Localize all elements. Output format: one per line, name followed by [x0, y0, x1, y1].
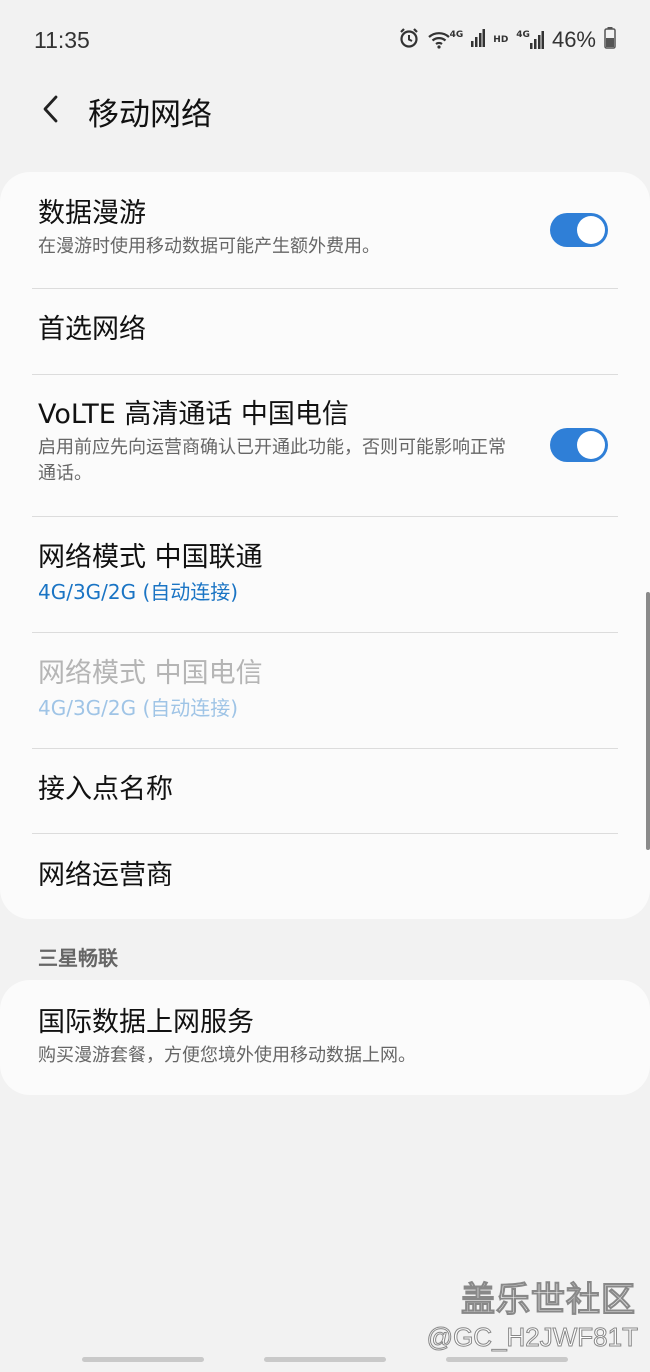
divider: [32, 374, 618, 375]
scrollbar[interactable]: [646, 592, 650, 850]
intl-data-service-title: 国际数据上网服务: [38, 1007, 254, 1038]
settings-card: 数据漫游 在漫游时使用移动数据可能产生额外费用。 首选网络 VoLTE 高清通话…: [0, 172, 650, 919]
status-bar: 11:35 4G HD 4G 46%: [0, 0, 650, 80]
volte-title: VoLTE 高清通话 中国电信: [38, 399, 349, 430]
nav-handle-center[interactable]: [264, 1357, 386, 1362]
app-header: 移动网络: [0, 80, 650, 142]
volte-toggle[interactable]: [550, 428, 608, 462]
data-roaming-title: 数据漫游: [38, 198, 146, 229]
network-operators-title: 网络运营商: [38, 860, 173, 891]
divider: [32, 516, 618, 517]
hd-label: HD: [493, 34, 509, 45]
network-mode-unicom-item[interactable]: 网络模式 中国联通 4G/3G/2G (自动连接): [38, 542, 612, 606]
preferred-network-title: 首选网络: [38, 314, 146, 345]
intl-data-service-subtitle: 购买漫游套餐，方便您境外使用移动数据上网。: [38, 1045, 416, 1067]
signal-icon: [471, 29, 486, 51]
data-roaming-toggle[interactable]: [550, 213, 608, 247]
alarm-icon: [398, 27, 420, 53]
wifi-network-label: 4G: [449, 30, 464, 40]
watermark-logo-text: 盖乐世社区: [461, 1280, 636, 1321]
divider: [32, 288, 618, 289]
network-mode-telecom-title: 网络模式 中国电信: [38, 658, 263, 689]
divider: [32, 748, 618, 749]
data-roaming-subtitle: 在漫游时使用移动数据可能产生额外费用。: [38, 236, 380, 258]
network-operators-item[interactable]: 网络运营商: [38, 860, 612, 892]
network-mode-telecom-value: 4G/3G/2G (自动连接): [38, 696, 239, 721]
volte-subtitle: 启用前应先向运营商确认已开通此功能，否则可能影响正常通话。: [38, 437, 506, 484]
nav-handle-left[interactable]: [82, 1357, 204, 1362]
network-mode-telecom-item: 网络模式 中国电信 4G/3G/2G (自动连接): [38, 658, 612, 722]
battery-percent: 46%: [551, 27, 596, 52]
volte-item[interactable]: VoLTE 高清通话 中国电信 启用前应先向运营商确认已开通此功能，否则可能影响…: [38, 399, 510, 486]
divider: [32, 632, 618, 633]
toggle-knob: [577, 431, 605, 459]
network-mode-unicom-title: 网络模式 中国联通: [38, 542, 263, 573]
chevron-left-icon: [42, 95, 58, 127]
preferred-network-item[interactable]: 首选网络: [38, 314, 612, 346]
section-label: 三星畅联: [38, 946, 118, 970]
status-time: 11:35: [34, 26, 90, 53]
data-roaming-item[interactable]: 数据漫游 在漫游时使用移动数据可能产生额外费用。: [38, 198, 612, 260]
toggle-knob: [577, 216, 605, 244]
page-title: 移动网络: [88, 96, 212, 133]
divider: [32, 833, 618, 834]
samsung-connect-card: 国际数据上网服务 购买漫游套餐，方便您境外使用移动数据上网。: [0, 980, 650, 1095]
intl-data-service-item[interactable]: 国际数据上网服务 购买漫游套餐，方便您境外使用移动数据上网。: [38, 1007, 612, 1069]
network-mode-unicom-value: 4G/3G/2G (自动连接): [38, 580, 239, 605]
apn-item[interactable]: 接入点名称: [38, 774, 612, 806]
nav-handle-right[interactable]: [446, 1357, 568, 1362]
cell-network-label: 4G: [516, 30, 530, 40]
status-icons: 4G HD 4G 46%: [398, 27, 616, 53]
apn-title: 接入点名称: [38, 774, 173, 805]
battery-icon: [604, 27, 616, 53]
watermark-user-id: @GC_H2JWF81T: [426, 1322, 638, 1353]
back-button[interactable]: [0, 80, 100, 142]
wifi-icon: 4G: [427, 30, 464, 49]
cell-signal-icon: 4G: [516, 31, 544, 49]
